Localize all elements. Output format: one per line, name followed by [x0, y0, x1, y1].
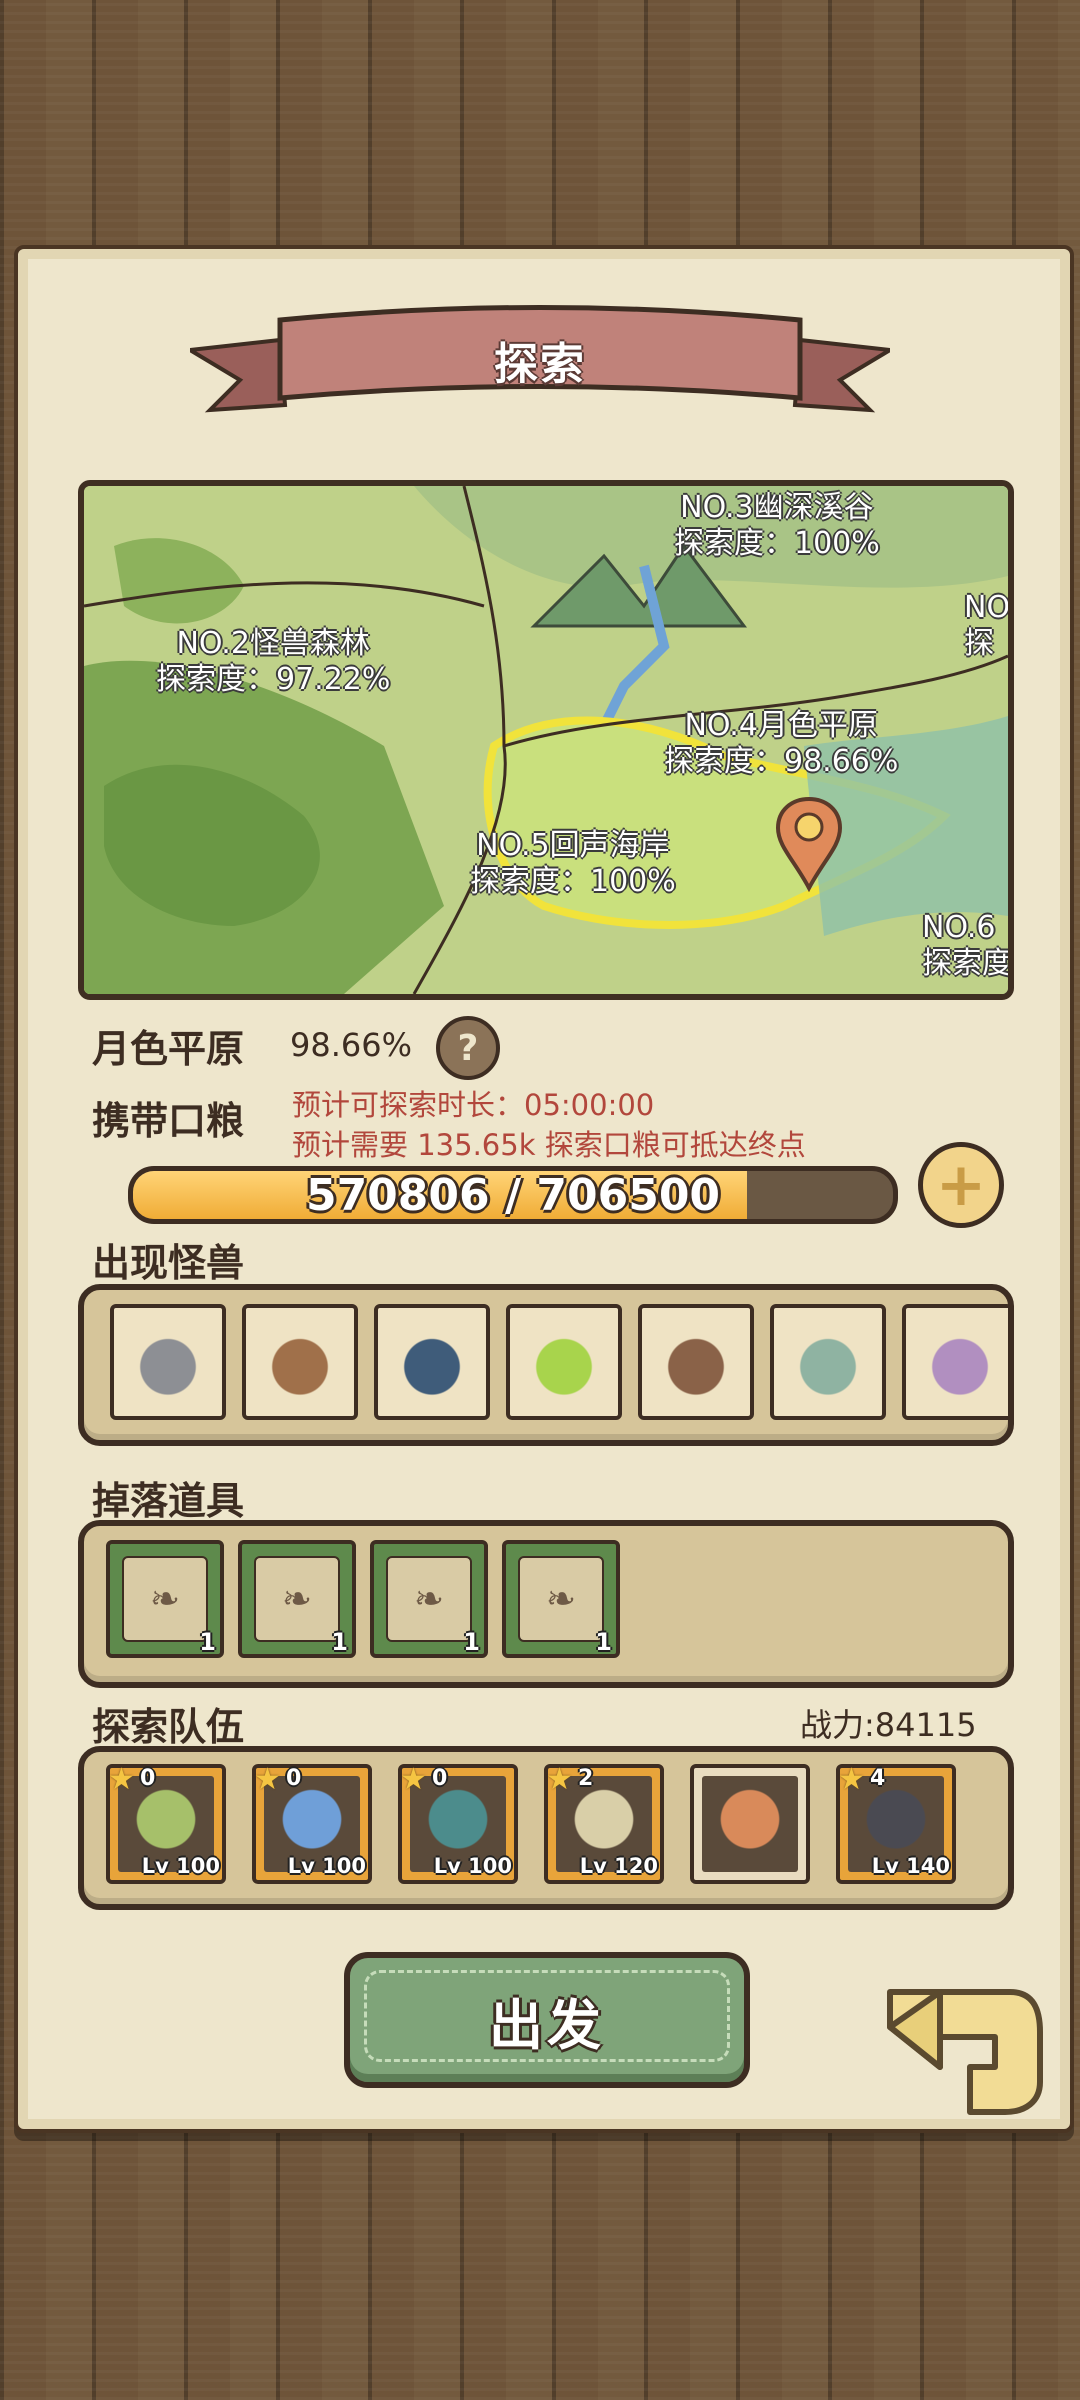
- monsters-label: 出现怪兽: [92, 1241, 245, 1285]
- item-quantity: 1: [463, 1628, 480, 1656]
- item-picture: ❧: [386, 1556, 472, 1642]
- map-region-3[interactable]: NO.3幽深溪谷 探索度：100%: [674, 490, 880, 562]
- zombie-monster-icon[interactable]: [770, 1304, 886, 1420]
- rations-progress-bar: 570806 / 706500: [128, 1166, 898, 1224]
- star-icon: ★: [108, 1762, 135, 1797]
- item-quantity: 1: [199, 1628, 216, 1656]
- dark-hair-hero-avatar[interactable]: ★ 4 Lv 140: [836, 1762, 956, 1884]
- gift-box-icon[interactable]: ❧ 1: [238, 1540, 356, 1658]
- item-quantity: 1: [595, 1628, 612, 1656]
- rations-label: 携带口粮: [92, 1099, 245, 1143]
- region-progress: 探索度：100%: [674, 526, 880, 561]
- area-progress: 98.66%: [290, 1026, 413, 1064]
- region-name: NO.6: [922, 910, 996, 945]
- rock-golem-monster-icon[interactable]: [638, 1304, 754, 1420]
- monster-portrait: [516, 1314, 612, 1410]
- region-name: NO: [964, 590, 1011, 625]
- map-region-2[interactable]: NO.2怪兽森林 探索度：97.22%: [156, 626, 390, 698]
- monster-portrait: [648, 1314, 744, 1410]
- cream-hero-avatar[interactable]: ★ 2 Lv 120: [544, 1762, 664, 1884]
- star-icon: ★: [400, 1762, 427, 1797]
- map-region-5[interactable]: NO.5回声海岸 探索度：100%: [470, 828, 676, 900]
- monster-list[interactable]: [78, 1284, 1014, 1446]
- item-picture: ❧: [254, 1556, 340, 1642]
- plus-icon[interactable]: +: [918, 1142, 1004, 1228]
- team-power: 战力:84115: [800, 1706, 977, 1744]
- region-progress: 探: [964, 626, 994, 661]
- monster-portrait: [384, 1314, 480, 1410]
- region-name: NO.5回声海岸: [476, 828, 670, 863]
- ghost-girl-monster-icon[interactable]: [110, 1304, 226, 1420]
- star-icon: ★: [254, 1762, 281, 1797]
- region-progress: 探索度：98.66%: [664, 744, 899, 779]
- region-name: NO.2怪兽森林: [176, 626, 370, 661]
- region-name: NO.3幽深溪谷: [680, 490, 874, 525]
- big-mouth-monster-icon[interactable]: [374, 1304, 490, 1420]
- rations-amount: 570806 / 706500: [305, 1169, 721, 1221]
- hero-level: Lv 140: [871, 1854, 950, 1878]
- hero-level: Lv 100: [433, 1854, 512, 1878]
- hero-level: Lv 100: [141, 1854, 220, 1878]
- map-region-7[interactable]: NO 探: [964, 590, 1011, 662]
- scroll-note-icon[interactable]: ❧ 1: [502, 1540, 620, 1658]
- green-slime-monster-icon[interactable]: [506, 1304, 622, 1420]
- map-region-6[interactable]: NO.6 探索度: [922, 910, 1012, 982]
- location-pin-icon[interactable]: [774, 796, 844, 892]
- scroll-map-icon[interactable]: ❧ 1: [106, 1540, 224, 1658]
- team-list[interactable]: ★ 0 Lv 100 ★ 0 Lv 100 ★ 0 Lv 100 ★ 2 Lv 120 ★ 4 Lv 140: [78, 1746, 1014, 1910]
- hero-star-count: 2: [578, 1766, 594, 1791]
- treasure-chest-monster-icon[interactable]: [242, 1304, 358, 1420]
- jar-icon[interactable]: ❧ 1: [370, 1540, 488, 1658]
- monster-portrait: [120, 1314, 216, 1410]
- region-name: NO.4月色平原: [684, 708, 878, 743]
- orange-hair-hero-avatar[interactable]: [690, 1764, 810, 1884]
- map-region-4[interactable]: NO.4月色平原 探索度：98.66%: [664, 708, 898, 780]
- item-picture: ❧: [122, 1556, 208, 1642]
- depart-button[interactable]: 出发: [344, 1952, 750, 2088]
- hero-level: Lv 120: [579, 1854, 658, 1878]
- item-quantity: 1: [331, 1628, 348, 1656]
- green-hero-avatar[interactable]: ★ 0 Lv 100: [106, 1762, 226, 1884]
- duration-text: 预计可探索时长：05:00:00: [292, 1088, 655, 1122]
- hero-star-count: 0: [140, 1766, 156, 1791]
- drop-list[interactable]: ❧ 1 ❧ 1 ❧ 1 ❧ 1: [78, 1520, 1014, 1688]
- title-ribbon: 探索: [183, 300, 897, 420]
- page-title: 探索: [494, 339, 586, 390]
- region-progress: 探索度：100%: [470, 864, 676, 899]
- star-icon: ★: [546, 1762, 573, 1797]
- hero-star-count: 0: [286, 1766, 302, 1791]
- hero-star-count: 4: [870, 1766, 886, 1791]
- monster-portrait: [252, 1314, 348, 1410]
- star-icon: ★: [838, 1762, 865, 1797]
- rations-need-text: 预计需要 135.65k 探索口粮可抵达终点: [292, 1128, 806, 1162]
- area-name: 月色平原: [92, 1027, 245, 1071]
- blue-hat-hero-avatar[interactable]: ★ 0 Lv 100: [252, 1762, 372, 1884]
- mushroom-monster-icon[interactable]: [902, 1304, 1008, 1420]
- depart-button-label: 出发: [489, 1993, 605, 2057]
- monster-portrait: [780, 1314, 876, 1410]
- hero-star-count: 0: [432, 1766, 448, 1791]
- hero-level: Lv 100: [287, 1854, 366, 1878]
- hero-portrait: [702, 1776, 798, 1872]
- drops-label: 掉落道具: [92, 1479, 245, 1523]
- back-arrow-icon[interactable]: [880, 1972, 1050, 2122]
- monster-portrait: [912, 1314, 1008, 1410]
- region-progress: 探索度: [922, 946, 1012, 981]
- teal-hero-avatar[interactable]: ★ 0 Lv 100: [398, 1762, 518, 1884]
- region-progress: 探索度：97.22%: [156, 662, 391, 697]
- item-picture: ❧: [518, 1556, 604, 1642]
- region-map[interactable]: NO.3幽深溪谷 探索度：100% NO.2怪兽森林 探索度：97.22% NO…: [78, 480, 1014, 1000]
- team-label: 探索队伍: [92, 1705, 245, 1749]
- question-icon[interactable]: ?: [436, 1016, 500, 1080]
